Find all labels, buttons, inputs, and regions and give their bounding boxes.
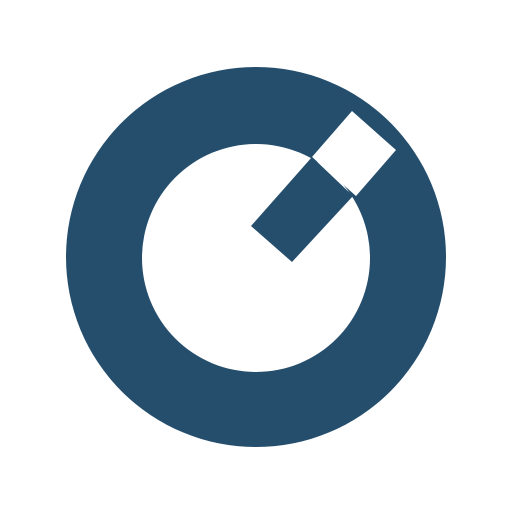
dial-icon <box>66 67 446 447</box>
dial-inner-hole <box>142 144 370 372</box>
icon-canvas <box>0 0 512 512</box>
